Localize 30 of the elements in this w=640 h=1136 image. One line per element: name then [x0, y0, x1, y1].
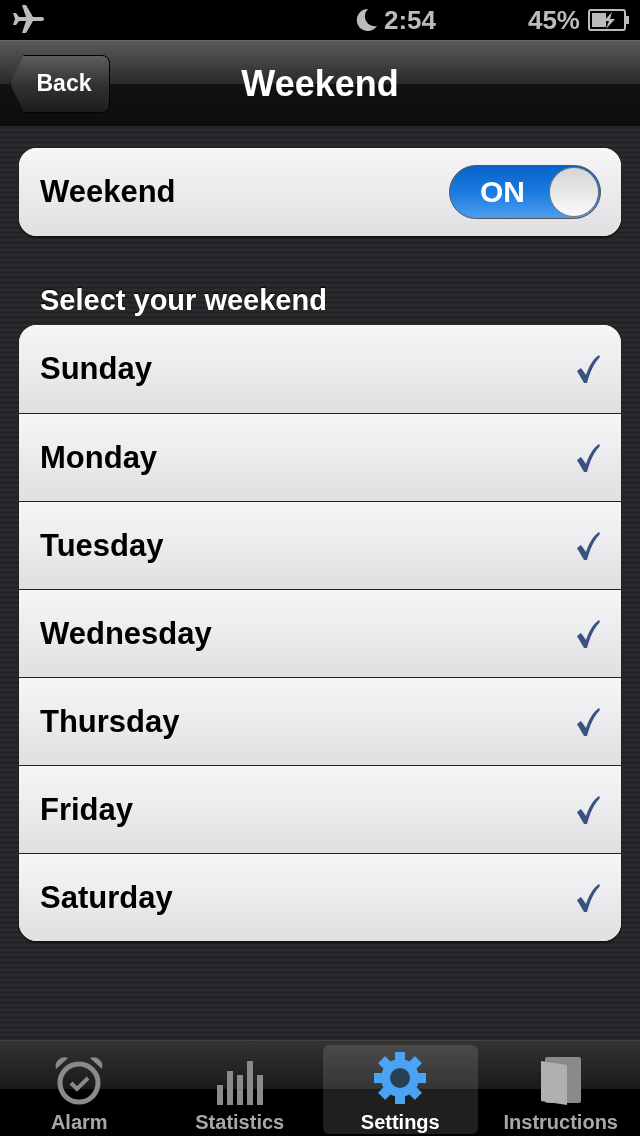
day-label: Saturday	[40, 879, 173, 916]
day-row[interactable]: Tuesday	[19, 501, 621, 589]
day-label: Friday	[40, 791, 134, 828]
day-row[interactable]: Saturday	[19, 853, 621, 941]
day-row[interactable]: Sunday	[19, 325, 621, 413]
battery-percent: 45%	[527, 4, 580, 36]
day-row[interactable]: Wednesday	[19, 589, 621, 677]
day-label: Thursday	[40, 703, 180, 740]
status-time: 2:54	[383, 4, 436, 36]
setting-label: Weekend	[40, 174, 176, 210]
day-label: Sunday	[40, 351, 152, 387]
moon-icon	[355, 8, 378, 32]
airplane-icon	[10, 5, 44, 35]
day-label: Monday	[40, 439, 158, 476]
day-row[interactable]: Monday	[19, 413, 621, 501]
tab-item[interactable]: Statistics	[162, 1045, 317, 1134]
day-row[interactable]: Thursday	[19, 677, 621, 765]
day-label: Tuesday	[40, 527, 164, 564]
day-row[interactable]: Friday	[19, 765, 621, 853]
battery-charging-icon	[588, 9, 630, 31]
day-label: Wednesday	[40, 615, 212, 652]
section-header: Select your weekend	[40, 284, 328, 317]
gear-icon	[373, 1051, 428, 1105]
tab-item[interactable]: Settings	[323, 1045, 478, 1134]
book-icon	[538, 1055, 583, 1105]
tab-item[interactable]: Instructions	[483, 1045, 638, 1134]
tab-item[interactable]: Alarm	[2, 1045, 157, 1134]
back-button[interactable]: Back	[10, 54, 110, 113]
nav-title: Weekend	[241, 62, 399, 105]
toggle-switch[interactable]: ON	[449, 165, 601, 219]
